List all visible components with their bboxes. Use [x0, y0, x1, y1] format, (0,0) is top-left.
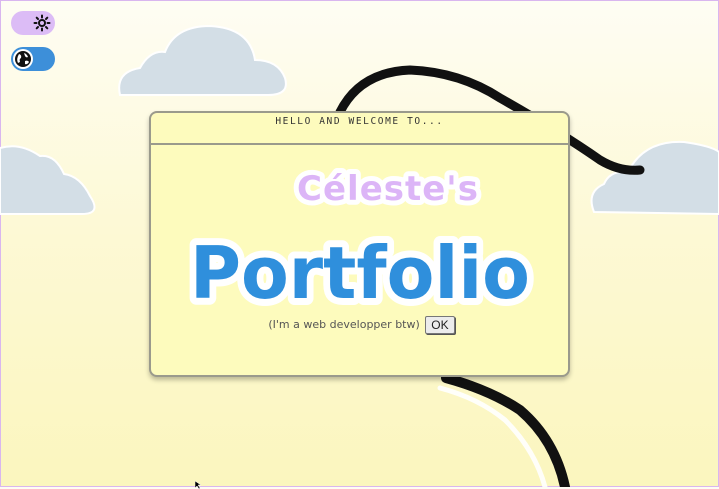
globe-icon — [13, 49, 33, 69]
window-title: HELLO AND WELCOME TO... — [275, 116, 444, 127]
welcome-window: HELLO AND WELCOME TO... Céleste's Portfo… — [149, 111, 570, 377]
subtitle-text: (I'm a web developper btw) — [268, 318, 420, 331]
cloud-top — [118, 24, 287, 96]
window-titlebar: HELLO AND WELCOME TO... — [151, 113, 568, 145]
mouse-cursor-icon — [195, 481, 202, 489]
cloud-right — [590, 140, 719, 216]
road-shadow-bottom — [437, 385, 548, 487]
portfolio-heading: Portfolio — [190, 231, 530, 313]
sun-icon — [32, 13, 52, 33]
ok-button[interactable]: OK — [425, 316, 455, 334]
language-toggle[interactable] — [11, 47, 55, 71]
subtitle-row: (I'm a web developper btw) OK — [151, 316, 572, 334]
theme-toggle[interactable] — [11, 11, 55, 35]
portfolio-logo: Céleste's Portfolio — [183, 164, 537, 313]
cloud-left — [0, 145, 96, 215]
name-heading: Céleste's — [297, 169, 479, 209]
